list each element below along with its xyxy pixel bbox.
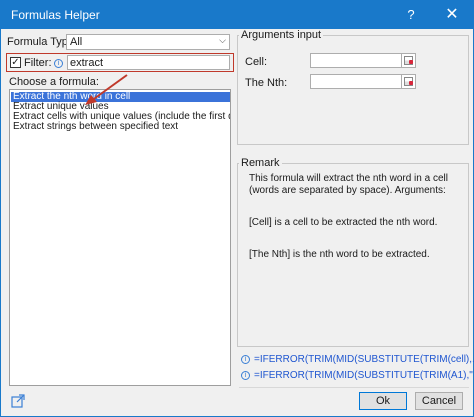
cell-label: Cell:: [245, 56, 268, 68]
range-select-marker: [409, 60, 413, 64]
annotation-arrow: [85, 74, 128, 105]
range-select-marker: [409, 81, 413, 85]
example-formula-text: =IFERROR(TRIM(MID(SUBSTITUTE(TRIM(A1)," …: [254, 370, 474, 381]
info-icon: i: [241, 371, 250, 380]
chevron-down-icon: ⌵: [219, 35, 226, 45]
share-icon[interactable]: [11, 394, 25, 408]
filter-input[interactable]: extract: [67, 55, 230, 70]
remark-group-title: Remark: [239, 157, 282, 169]
cancel-button[interactable]: Cancel: [415, 392, 463, 410]
formula-list[interactable]: Extract the nth word in cell Extract uni…: [9, 89, 231, 386]
remark-description: This formula will extract the nth word i…: [249, 173, 448, 196]
cell-range-button[interactable]: [401, 53, 416, 68]
remark-nth-note: [The Nth] is the nth word to be extracte…: [249, 249, 430, 260]
divider: [239, 387, 469, 388]
title-bar: Formulas Helper ? ✕: [1, 1, 473, 29]
filter-label: Filter:: [24, 57, 52, 69]
filter-row: ✓ Filter: i extract: [6, 53, 234, 72]
nth-input[interactable]: [310, 74, 406, 89]
nth-range-button[interactable]: [401, 74, 416, 89]
formula-type-value: All: [70, 36, 83, 48]
cell-input[interactable]: [310, 53, 406, 68]
info-icon: i: [54, 59, 63, 68]
arguments-group-title: Arguments input: [239, 29, 324, 41]
window-title: Formulas Helper: [11, 8, 100, 22]
info-icon: i: [241, 355, 250, 364]
filter-checkbox[interactable]: ✓: [10, 57, 21, 68]
nth-label: The Nth:: [245, 77, 288, 89]
formula-type-select[interactable]: All ⌵: [66, 34, 230, 50]
formulas-helper-dialog: Formulas Helper ? ✕ Formula Type: All ⌵ …: [0, 0, 474, 417]
ok-button[interactable]: Ok: [359, 392, 407, 410]
generic-formula-text: =IFERROR(TRIM(MID(SUBSTITUTE(TRIM(cell),…: [254, 354, 474, 365]
list-item[interactable]: Extract strings between specified text: [11, 122, 230, 132]
remark-cell-note: [Cell] is a cell to be extracted the nth…: [249, 217, 438, 228]
arguments-group: [237, 35, 469, 145]
close-icon[interactable]: ✕: [441, 5, 463, 25]
help-icon[interactable]: ?: [402, 6, 420, 24]
